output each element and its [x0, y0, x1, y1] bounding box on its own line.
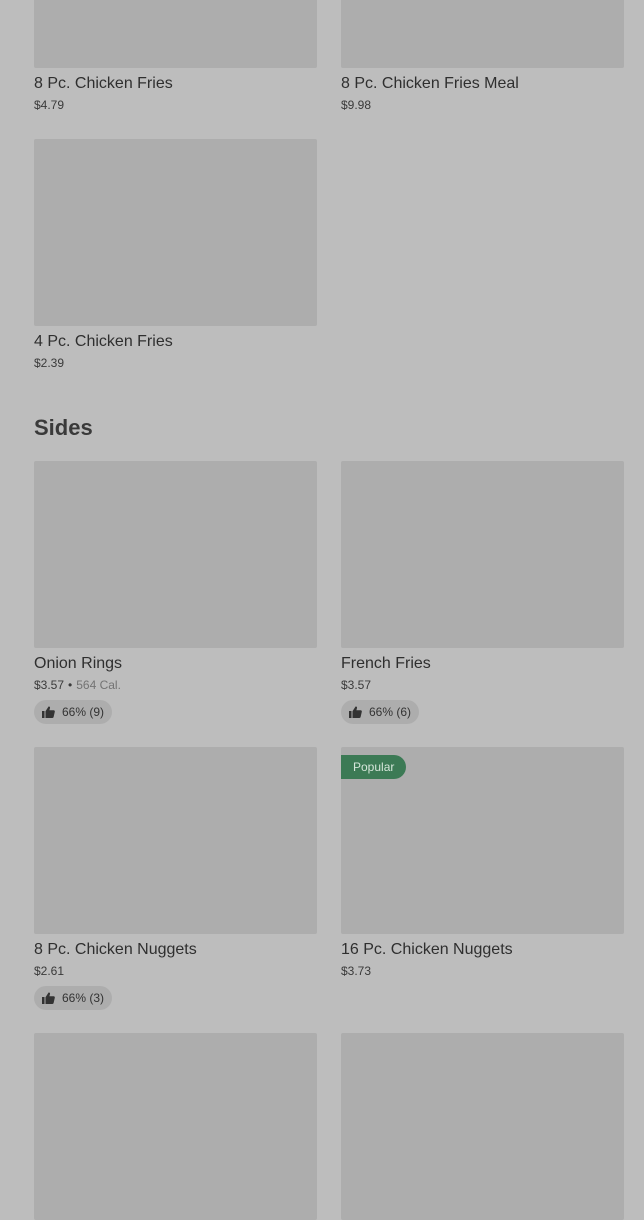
item-image[interactable]: [34, 461, 317, 648]
item-name: 4 Pc. Chicken Fries: [34, 333, 173, 350]
item-price: $3.57: [34, 678, 65, 692]
item-image[interactable]: [341, 0, 624, 68]
item-price: $2.61: [34, 964, 65, 978]
popular-badge: Popular: [341, 755, 407, 779]
thumbs-up-icon: [349, 706, 362, 718]
menu-item-card[interactable]: 8 Pc. Chicken Fries Meal $9.98: [341, 0, 624, 114]
meta-separator: •: [68, 678, 73, 692]
item-image[interactable]: [34, 1033, 317, 1220]
item-image[interactable]: [34, 747, 317, 934]
menu-item-card[interactable]: [341, 1033, 624, 1220]
rating-text: 66% (6): [369, 705, 412, 719]
rating-pill: 66% (3): [34, 986, 113, 1010]
menu-item-card[interactable]: 4 Pc. Chicken Fries $2.39: [34, 139, 317, 372]
item-image[interactable]: [34, 0, 317, 68]
menu-item-card[interactable]: Onion Rings $3.57 • 564 Cal. 66% (9): [34, 461, 317, 724]
menu-item-card[interactable]: [34, 1033, 317, 1220]
menu-item-card[interactable]: 8 Pc. Chicken Nuggets $2.61 66% (3): [34, 747, 317, 1010]
item-image[interactable]: [341, 461, 624, 648]
item-price: $2.39: [34, 356, 65, 370]
item-name: 8 Pc. Chicken Nuggets: [34, 941, 197, 958]
item-calories: 564 Cal.: [76, 678, 121, 692]
section-title-sides: Sides: [34, 415, 93, 440]
item-name: Onion Rings: [34, 655, 123, 672]
rating-pill: 66% (6): [341, 700, 420, 724]
item-image[interactable]: [341, 1033, 624, 1220]
rating-pill: 66% (9): [34, 700, 113, 724]
item-meta: $3.57 • 564 Cal.: [34, 676, 317, 694]
rating-text: 66% (3): [62, 991, 105, 1005]
rating-text: 66% (9): [62, 705, 105, 719]
item-image[interactable]: Popular: [341, 747, 624, 934]
item-price: $9.98: [341, 98, 372, 112]
thumbs-up-icon: [42, 992, 55, 1004]
menu-item-card[interactable]: 8 Pc. Chicken Fries $4.79: [34, 0, 317, 114]
item-price: $3.57: [341, 678, 372, 692]
item-name: 8 Pc. Chicken Fries Meal: [341, 75, 519, 92]
menu-item-card[interactable]: French Fries $3.57 66% (6): [341, 461, 624, 724]
item-name: 8 Pc. Chicken Fries: [34, 75, 173, 92]
item-name: French Fries: [341, 655, 431, 672]
item-price: $3.73: [341, 964, 372, 978]
menu-item-card[interactable]: Popular 16 Pc. Chicken Nuggets $3.73: [341, 747, 624, 980]
item-price: $4.79: [34, 98, 65, 112]
item-name: 16 Pc. Chicken Nuggets: [341, 941, 513, 958]
thumbs-up-icon: [42, 706, 55, 718]
item-image[interactable]: [34, 139, 317, 326]
